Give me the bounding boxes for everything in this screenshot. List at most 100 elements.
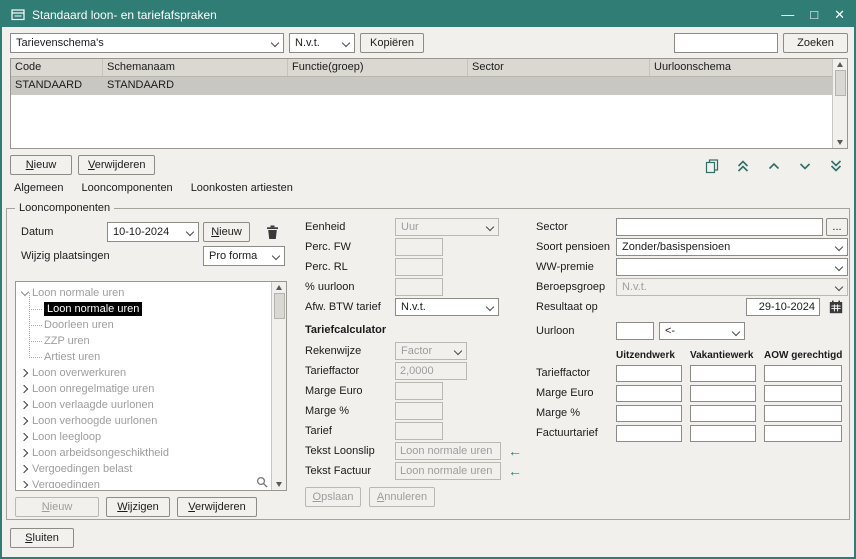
pro-forma-select[interactable]: Pro forma [203, 246, 285, 266]
chevron-right-icon[interactable] [18, 402, 32, 408]
tree-item[interactable]: Vergoedingen belast [18, 461, 270, 477]
matrix-header-row: Uitzendwerk Vakantiewerk AOW gerechtigd [536, 347, 848, 363]
scroll-to-bottom-button[interactable] [827, 157, 845, 175]
tree-item-selected[interactable]: Loon normale uren [29, 301, 270, 317]
tree-item[interactable]: Doorleen uren [29, 317, 270, 333]
nieuw-datum-button[interactable]: Nieuw [203, 222, 250, 242]
grid-scrollbar[interactable] [832, 59, 847, 148]
tab-loonkosten-artiesten[interactable]: Loonkosten artiesten [191, 182, 293, 194]
chevron-right-icon[interactable] [18, 370, 32, 376]
magnifier-icon[interactable] [256, 476, 268, 488]
nieuw-button[interactable]: Nieuw [10, 155, 72, 175]
tarieffactor-uitzendwerk-input[interactable] [616, 365, 682, 382]
tree-item[interactable]: Loon overwerkuren [18, 365, 270, 381]
tarieffactor-aow-input[interactable] [764, 365, 842, 382]
resultaat-op-input[interactable] [746, 298, 820, 316]
factuurtarief-aow-input[interactable] [764, 425, 842, 442]
factuurtarief-vakantiewerk-input[interactable] [690, 425, 756, 442]
copy-schema-button[interactable]: Kopiëren [360, 33, 424, 53]
marge-euro-uitzendwerk-input[interactable] [616, 385, 682, 402]
scroll-up-icon[interactable] [276, 285, 282, 290]
tree-item[interactable]: Loon arbeidsongeschiktheid [18, 445, 270, 461]
tree-item[interactable]: Vergoedingen [18, 477, 270, 488]
delete-datum-button[interactable] [259, 222, 285, 242]
tree-item[interactable]: Loon leegloop [18, 429, 270, 445]
marge-pct-uitzendwerk-input[interactable] [616, 405, 682, 422]
tree-scrollbar[interactable] [271, 282, 286, 490]
chevron-right-icon[interactable] [18, 434, 32, 440]
tree-nieuw-button: Nieuw [15, 497, 99, 517]
tree-item[interactable]: Loon normale uren [18, 285, 270, 301]
column-header-sector[interactable]: Sector [468, 59, 650, 76]
marge-pct-aow-input[interactable] [764, 405, 842, 422]
scrollbar-thumb[interactable] [274, 293, 285, 319]
close-button[interactable]: ✕ [834, 8, 845, 21]
search-button[interactable]: Zoeken [783, 33, 848, 53]
chevron-right-icon[interactable] [18, 466, 32, 472]
scroll-to-top-button[interactable] [734, 157, 752, 175]
tree-verwijderen-button[interactable]: Verwijderen [177, 497, 257, 517]
scrollbar-thumb[interactable] [835, 70, 846, 96]
sluiten-button[interactable]: Sluiten [10, 528, 74, 548]
chevron-right-icon[interactable] [18, 418, 32, 424]
scroll-down-button[interactable] [796, 157, 814, 175]
tarieffactor-label: Tarieffactor [305, 365, 395, 377]
scroll-down-icon[interactable] [276, 482, 282, 487]
sector-label: Sector [536, 221, 616, 233]
minimize-button[interactable]: — [781, 8, 794, 21]
pro-forma-value: Pro forma [209, 250, 257, 262]
chevron-down-icon [454, 347, 462, 355]
marge-pct-vakantiewerk-input[interactable] [690, 405, 756, 422]
sector-input[interactable] [616, 218, 823, 236]
uurloon-input[interactable] [616, 322, 654, 340]
scroll-down-icon[interactable] [837, 140, 843, 145]
marge-pct-input [395, 402, 443, 420]
column-header-schemanaam[interactable]: Schemanaam [103, 59, 288, 76]
marge-pct-label: Marge % [305, 405, 395, 417]
calendar-button[interactable] [824, 298, 848, 316]
datum-select[interactable]: 10-10-2024 [107, 222, 199, 242]
tab-bar: Algemeen Looncomponenten Loonkosten arti… [14, 182, 293, 194]
chevron-right-icon[interactable] [18, 386, 32, 392]
table-row[interactable]: STANDAARD STANDAARD [11, 77, 847, 95]
tree-item[interactable]: Loon verhoogde uurlonen [18, 413, 270, 429]
tab-algemeen[interactable]: Algemeen [14, 182, 64, 194]
scroll-up-button[interactable] [765, 157, 783, 175]
schema-select[interactable]: Tarievenschema's [10, 33, 284, 53]
soort-pensioen-value: Zonder/basispensioen [622, 241, 730, 253]
tab-looncomponenten[interactable]: Looncomponenten [82, 182, 173, 194]
cell-functiegroep [288, 77, 468, 95]
tree-wijzigen-button[interactable]: Wijzigen [106, 497, 170, 517]
marge-euro-vakantiewerk-input[interactable] [690, 385, 756, 402]
copy-loonslip-text-button[interactable] [507, 443, 523, 459]
marge-euro-aow-input[interactable] [764, 385, 842, 402]
soort-pensioen-select[interactable]: Zonder/basispensioen [616, 238, 848, 256]
tree-item[interactable]: Artiest uren [29, 349, 270, 365]
maximize-button[interactable]: □ [810, 8, 818, 21]
sector-lookup-button[interactable]: ... [826, 218, 848, 236]
copy-row-button[interactable] [703, 157, 721, 175]
tree-item[interactable]: Loon onregelmatige uren [18, 381, 270, 397]
title-bar[interactable]: Standaard loon- en tariefafspraken — □ ✕ [2, 2, 854, 27]
tarieffactor-vakantiewerk-input[interactable] [690, 365, 756, 382]
matrix-col-uitzendwerk: Uitzendwerk [616, 350, 682, 361]
chevron-right-icon[interactable] [18, 482, 32, 488]
filter-select[interactable]: N.v.t. [289, 33, 355, 53]
tree-item-label: Loon verhoogde uurlonen [32, 415, 157, 427]
column-header-code[interactable]: Code [11, 59, 103, 76]
copy-factuur-text-button[interactable] [507, 463, 523, 479]
afw-btw-select[interactable]: N.v.t. [395, 298, 499, 316]
app-window: Standaard loon- en tariefafspraken — □ ✕… [0, 0, 856, 559]
tree-item[interactable]: ZZP uren [29, 333, 270, 349]
rekenwijze-value: Factor [401, 345, 432, 357]
scroll-up-icon[interactable] [837, 62, 843, 67]
uurloon-source-select[interactable]: <- [659, 322, 745, 340]
verwijderen-button[interactable]: Verwijderen [78, 155, 155, 175]
chevron-right-icon[interactable] [18, 450, 32, 456]
column-header-uurloonschema[interactable]: Uurloonschema [650, 59, 832, 76]
factuurtarief-uitzendwerk-input[interactable] [616, 425, 682, 442]
ww-premie-select[interactable] [616, 258, 848, 276]
search-input[interactable] [674, 33, 778, 53]
tree-item[interactable]: Loon verlaagde uurlonen [18, 397, 270, 413]
column-header-functiegroep[interactable]: Functie(groep) [288, 59, 468, 76]
